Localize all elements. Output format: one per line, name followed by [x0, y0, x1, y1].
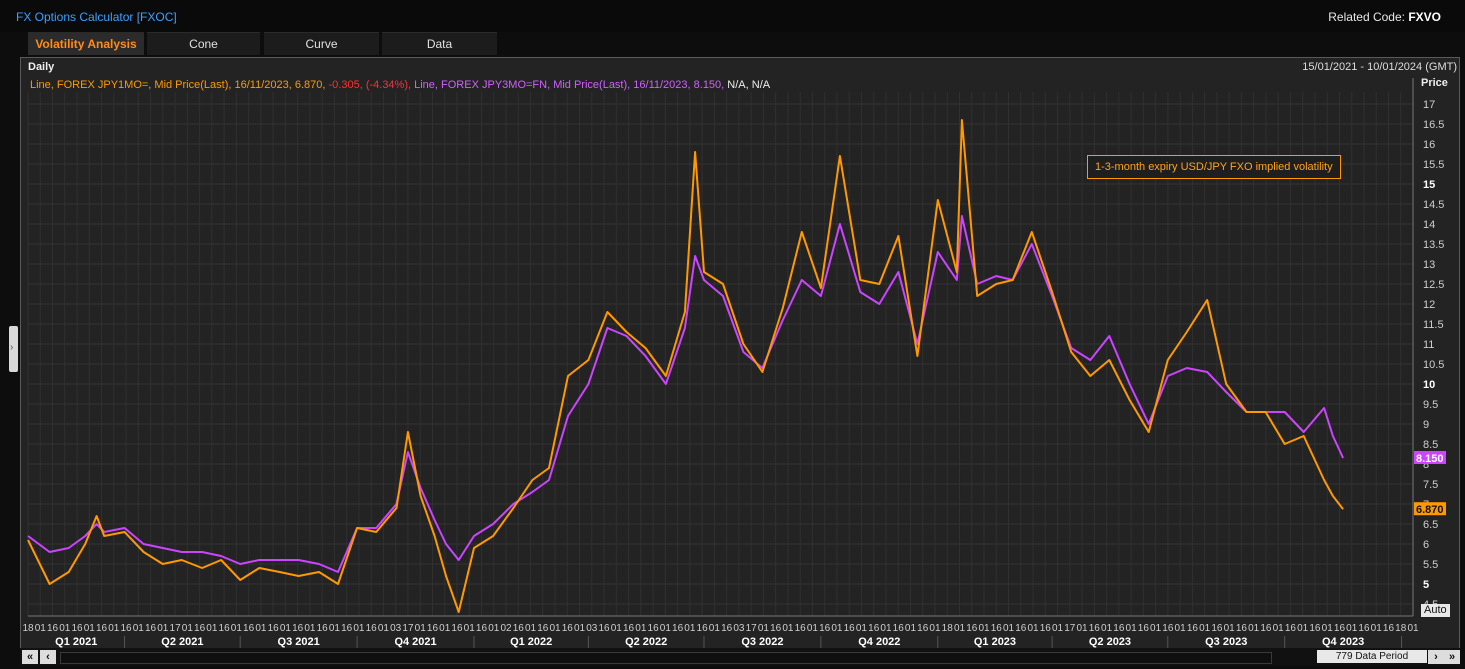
legend-series2-desc[interactable]: Line, FOREX JPY3MO=FN, Mid Price(Last),: [414, 79, 630, 91]
title-bar: FX Options Calculator [FXOC] Related Cod…: [0, 0, 1465, 32]
legend-series1-date: 16/11/2023,: [234, 79, 292, 91]
legend-series1-change: -0.305,: [328, 79, 363, 91]
legend-series2-value: 8.150,: [693, 79, 725, 91]
first-page-icon[interactable]: «: [22, 650, 38, 664]
prev-page-icon[interactable]: ‹: [40, 650, 56, 664]
data-period-selector[interactable]: 779 Data Period: [1317, 650, 1427, 663]
tab-cone[interactable]: Cone: [147, 32, 260, 55]
legend-series2-na: N/A, N/A: [727, 79, 771, 91]
chart-annotation[interactable]: 1-3-month expiry USD/JPY FXO implied vol…: [1087, 155, 1341, 179]
related-code-label: Related Code:: [1328, 10, 1405, 24]
time-scrollbar[interactable]: [60, 652, 1272, 664]
legend-series2-date: 16/11/2023,: [633, 79, 691, 91]
auto-scale-button[interactable]: Auto: [1421, 604, 1450, 617]
price-axis-label: Price: [1421, 77, 1448, 89]
legend-series1-desc[interactable]: Line, FOREX JPY1MO=, Mid Price(Last),: [30, 79, 231, 91]
legend-series1-pct: (-4.34%),: [365, 79, 412, 91]
date-range[interactable]: 15/01/2021 - 10/01/2024 (GMT): [1302, 61, 1457, 73]
tab-data[interactable]: Data: [382, 32, 497, 55]
last-page-icon[interactable]: »: [1444, 650, 1460, 664]
next-page-icon[interactable]: ›: [1428, 650, 1444, 664]
tab-curve[interactable]: Curve: [264, 32, 379, 55]
chevron-right-icon: ›: [10, 342, 14, 353]
related-code: Related Code: FXVO: [1328, 10, 1441, 24]
chart-panel: [20, 57, 1460, 666]
chart-legend: Line, FOREX JPY1MO=, Mid Price(Last), 16…: [30, 79, 770, 91]
app-title[interactable]: FX Options Calculator [FXOC]: [16, 10, 177, 24]
chart-interval[interactable]: Daily: [28, 61, 54, 73]
tab-volatility-analysis[interactable]: Volatility Analysis: [28, 32, 144, 55]
related-code-value[interactable]: FXVO: [1408, 10, 1441, 24]
side-panel-toggle[interactable]: ›: [9, 326, 18, 372]
legend-series1-value: 6.870,: [294, 79, 326, 91]
